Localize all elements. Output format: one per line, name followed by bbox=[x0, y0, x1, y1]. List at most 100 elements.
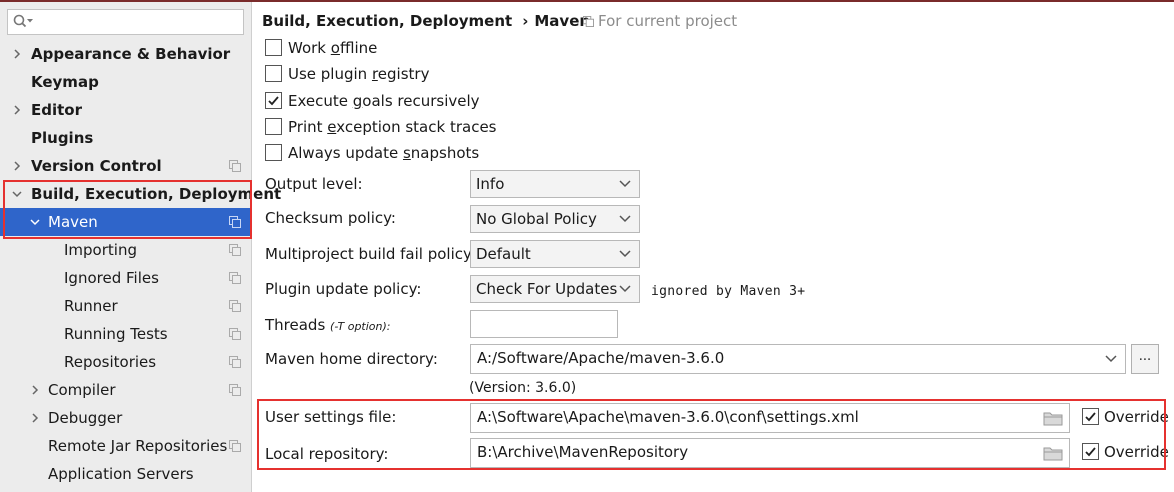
sidebar-item-version-control[interactable]: Version Control bbox=[0, 152, 251, 180]
chevron-down-icon[interactable] bbox=[1105, 354, 1117, 363]
sidebar-item-label: Appearance & Behavior bbox=[31, 45, 231, 63]
sidebar-item-plugins[interactable]: Plugins bbox=[0, 124, 251, 152]
user-settings-input[interactable]: A:\Software\Apache\maven-3.6.0\conf\sett… bbox=[470, 403, 1070, 433]
sidebar-item-importing[interactable]: Importing bbox=[0, 236, 251, 264]
sidebar-item-label: Runner bbox=[64, 297, 118, 315]
sidebar-item-maven[interactable]: Maven bbox=[0, 208, 251, 236]
checkmark-icon bbox=[1085, 412, 1096, 422]
multiproject-policy-select[interactable]: Default bbox=[470, 240, 640, 268]
override-label[interactable]: Override bbox=[1104, 406, 1169, 428]
sidebar-item-label: Remote Jar Repositories bbox=[48, 437, 228, 455]
sidebar-item-keymap[interactable]: Keymap bbox=[0, 68, 251, 96]
print-traces-checkbox[interactable] bbox=[265, 118, 282, 135]
maven-home-combobox[interactable]: A:/Software/Apache/maven-3.6.0 bbox=[470, 344, 1126, 374]
sidebar-item-ignored-files[interactable]: Ignored Files bbox=[0, 264, 251, 292]
project-scope-icon bbox=[229, 356, 241, 368]
local-repository-override-checkbox[interactable] bbox=[1082, 443, 1099, 460]
breadcrumb-parent[interactable]: Build, Execution, Deployment bbox=[262, 12, 512, 30]
sidebar-item-build-execution-deployment[interactable]: Build, Execution, Deployment bbox=[0, 180, 281, 208]
sidebar-item-label: Editor bbox=[31, 101, 82, 119]
chevron-right-icon[interactable] bbox=[30, 413, 40, 423]
plugin-update-policy-value: Check For Updates bbox=[476, 280, 618, 298]
override-label[interactable]: Override bbox=[1104, 441, 1169, 463]
maven-settings-panel: Build, Execution, Deployment › Maven For c… bbox=[253, 2, 1174, 492]
chevron-down-icon[interactable] bbox=[12, 189, 22, 199]
chevron-right-icon[interactable] bbox=[12, 105, 22, 115]
plugin-update-policy-label: Plugin update policy: bbox=[265, 280, 422, 298]
checksum-policy-select[interactable]: No Global Policy bbox=[470, 205, 640, 233]
execute-goals-checkbox[interactable] bbox=[265, 92, 282, 109]
maven-home-browse-button[interactable]: ... bbox=[1131, 344, 1159, 374]
maven-home-value: A:/Software/Apache/maven-3.6.0 bbox=[477, 349, 725, 367]
project-scope-icon bbox=[229, 160, 241, 172]
maven-home-label: Maven home directory: bbox=[265, 350, 438, 368]
chevron-down-icon bbox=[619, 180, 631, 188]
sidebar-item-appearance[interactable]: Appearance & Behavior bbox=[0, 40, 251, 68]
project-scope-icon bbox=[229, 244, 241, 256]
chevron-right-icon[interactable] bbox=[12, 161, 22, 171]
output-level-select[interactable]: Info bbox=[470, 170, 640, 198]
checksum-policy-value: No Global Policy bbox=[476, 210, 597, 228]
sidebar-item-label: Build, Execution, Deployment bbox=[31, 185, 282, 203]
sidebar-item-remote-jar-repositories[interactable]: Remote Jar Repositories bbox=[0, 432, 251, 460]
sidebar-item-runner[interactable]: Runner bbox=[0, 292, 251, 320]
sidebar-item-label: Version Control bbox=[31, 157, 162, 175]
chevron-down-icon bbox=[619, 285, 631, 293]
update-snapshots-label[interactable]: Always update snapshots bbox=[288, 142, 479, 164]
sidebar-item-label: Application Servers bbox=[48, 465, 194, 483]
folder-icon[interactable] bbox=[1043, 410, 1063, 426]
update-snapshots-checkbox[interactable] bbox=[265, 144, 282, 161]
user-settings-value: A:\Software\Apache\maven-3.6.0\conf\sett… bbox=[477, 408, 859, 426]
sidebar-item-compiler[interactable]: Compiler bbox=[0, 376, 251, 404]
print-traces-label[interactable]: Print exception stack traces bbox=[288, 116, 496, 138]
sidebar-item-label: Debugger bbox=[48, 409, 123, 427]
chevron-down-icon bbox=[619, 250, 631, 258]
chevron-down-icon bbox=[619, 215, 631, 223]
scope-label: For current project bbox=[598, 12, 738, 30]
project-scope-icon bbox=[229, 216, 241, 228]
output-level-label: Output level: bbox=[265, 175, 363, 193]
sidebar-item-label: Keymap bbox=[31, 73, 99, 91]
work-offline-label[interactable]: Work offline bbox=[288, 37, 377, 59]
multiproject-policy-value: Default bbox=[476, 245, 531, 263]
threads-input[interactable] bbox=[470, 310, 618, 338]
checkmark-icon bbox=[268, 96, 279, 106]
sidebar-item-editor[interactable]: Editor bbox=[0, 96, 251, 124]
execute-goals-label[interactable]: Execute goals recursively bbox=[288, 90, 480, 112]
checksum-policy-label: Checksum policy: bbox=[265, 209, 396, 227]
chevron-right-icon[interactable] bbox=[30, 385, 40, 395]
plugin-registry-checkbox[interactable] bbox=[265, 65, 282, 82]
sidebar-item-label: Maven bbox=[48, 213, 98, 231]
sidebar-item-running-tests[interactable]: Running Tests bbox=[0, 320, 251, 348]
sidebar-item-label: Repositories bbox=[64, 353, 157, 371]
sidebar-item-repositories[interactable]: Repositories bbox=[0, 348, 251, 376]
user-settings-override-checkbox[interactable] bbox=[1082, 408, 1099, 425]
breadcrumb-current: Maven bbox=[534, 12, 591, 30]
breadcrumb: Build, Execution, Deployment › Maven bbox=[262, 10, 590, 32]
work-offline-checkbox[interactable] bbox=[265, 39, 282, 56]
folder-icon[interactable] bbox=[1043, 445, 1063, 461]
local-repository-input[interactable]: B:\Archive\MavenRepository bbox=[470, 438, 1070, 468]
local-repository-value: B:\Archive\MavenRepository bbox=[477, 443, 689, 461]
project-scope-icon bbox=[229, 328, 241, 340]
sidebar-item-application-servers[interactable]: Application Servers bbox=[0, 460, 251, 488]
maven-version-label: (Version: 3.6.0) bbox=[469, 380, 577, 396]
sidebar-item-label: Plugins bbox=[31, 129, 94, 147]
project-scope-icon bbox=[229, 300, 241, 312]
search-input[interactable] bbox=[7, 9, 244, 35]
chevron-right-icon[interactable] bbox=[12, 49, 22, 59]
sidebar-item-label: Compiler bbox=[48, 381, 116, 399]
settings-tree: Appearance & Behavior Keymap Editor Plug… bbox=[0, 40, 281, 488]
multiproject-policy-label: Multiproject build fail policy: bbox=[265, 245, 476, 263]
plugin-update-policy-select[interactable]: Check For Updates bbox=[470, 275, 640, 303]
sidebar-item-debugger[interactable]: Debugger bbox=[0, 404, 251, 432]
plugin-update-note: ignored by Maven 3+ bbox=[651, 284, 806, 299]
scope-indicator: For current project bbox=[583, 10, 737, 32]
sidebar-item-label: Running Tests bbox=[64, 325, 168, 343]
project-scope-icon bbox=[229, 272, 241, 284]
plugin-registry-label[interactable]: Use plugin registry bbox=[288, 63, 429, 85]
search-icon bbox=[13, 14, 33, 28]
project-scope-icon bbox=[583, 16, 594, 27]
chevron-down-icon[interactable] bbox=[30, 217, 40, 227]
project-scope-icon bbox=[229, 440, 241, 452]
